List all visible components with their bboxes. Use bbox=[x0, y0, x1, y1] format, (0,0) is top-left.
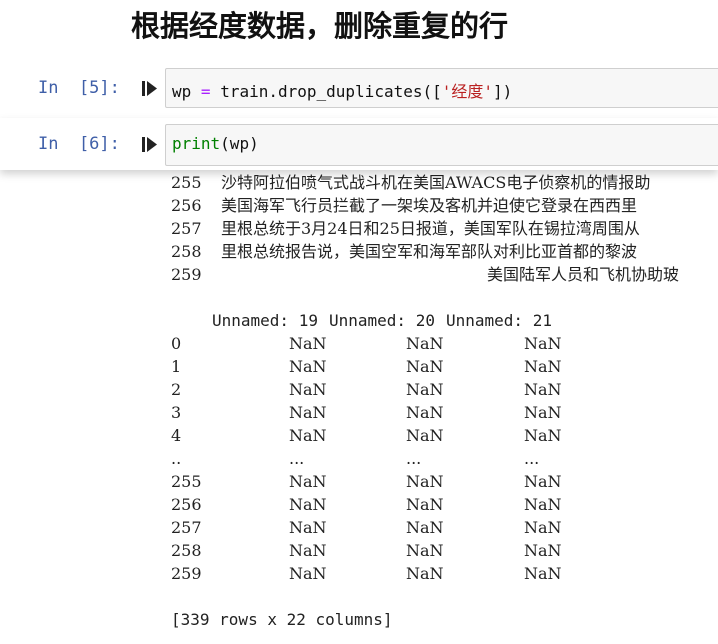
cell-value: NaN bbox=[406, 357, 444, 376]
table-row: 4 NaN NaN NaN bbox=[171, 424, 562, 447]
table-row: 256 NaN NaN NaN bbox=[171, 493, 562, 516]
table-row: 259 NaN NaN NaN bbox=[171, 562, 562, 585]
output-row: 255 沙特阿拉伯喷气式战斗机在美国AWACS电子侦察机的情报助 bbox=[171, 171, 650, 194]
row-index: 3 bbox=[171, 403, 182, 422]
run-cell-icon[interactable] bbox=[141, 136, 158, 153]
cell-value: NaN bbox=[406, 518, 444, 537]
cell-value: NaN bbox=[524, 518, 562, 537]
column-header: Unnamed: 20 bbox=[329, 311, 435, 330]
cell-value: NaN bbox=[289, 472, 327, 491]
column-header: Unnamed: 19 bbox=[212, 311, 318, 330]
cell-value: NaN bbox=[289, 426, 327, 445]
table-row: 257 NaN NaN NaN bbox=[171, 516, 562, 539]
code-line: print(wp) bbox=[172, 134, 259, 153]
markdown-heading: 根据经度数据，删除重复的行 bbox=[131, 9, 509, 43]
row-text: 里根总统报告说，美国空军和海军部队对利比亚首都的黎波 bbox=[221, 242, 638, 261]
cell-value: NaN bbox=[289, 334, 327, 353]
cell-value: NaN bbox=[289, 380, 327, 399]
cell-value: NaN bbox=[406, 426, 444, 445]
output-summary: [339 rows x 22 columns] bbox=[171, 610, 393, 629]
cell-value: NaN bbox=[406, 334, 444, 353]
row-index: 255 bbox=[171, 173, 202, 192]
row-index: 0 bbox=[171, 334, 182, 353]
row-index: 256 bbox=[171, 196, 202, 215]
code-cell-5[interactable]: In [5]: wp = train.drop_duplicates(['经度'… bbox=[0, 68, 718, 110]
table-row: 3 NaN NaN NaN bbox=[171, 401, 562, 424]
cell-value: NaN bbox=[524, 334, 562, 353]
row-index: 1 bbox=[171, 357, 182, 376]
cell-value: NaN bbox=[524, 541, 562, 560]
cell-prompt: In [5]: bbox=[38, 78, 120, 98]
code-token: train.drop_duplicates([ bbox=[220, 82, 442, 101]
output-row: 258 里根总统报告说，美国空军和海军部队对利比亚首都的黎波 bbox=[171, 240, 637, 263]
row-text: 沙特阿拉伯喷气式战斗机在美国AWACS电子侦察机的情报助 bbox=[221, 173, 651, 192]
cell-value: NaN bbox=[406, 472, 444, 491]
code-line: wp = train.drop_duplicates(['经度']) bbox=[172, 78, 512, 102]
cell-value: NaN bbox=[289, 357, 327, 376]
cell-value: NaN bbox=[524, 472, 562, 491]
row-index: 4 bbox=[171, 426, 182, 445]
cell-value: NaN bbox=[289, 403, 327, 422]
table-row: 1 NaN NaN NaN bbox=[171, 355, 562, 378]
row-index: 257 bbox=[171, 518, 202, 537]
row-index: 259 bbox=[171, 564, 202, 583]
cell-value: ... bbox=[524, 449, 540, 468]
cell-value: NaN bbox=[406, 564, 444, 583]
output-row: 256 美国海军飞行员拦截了一架埃及客机并迫使它登录在西西里 bbox=[171, 194, 637, 217]
output-row: 259 美国陆军人员和飞机协助玻 bbox=[171, 263, 679, 286]
cell-value: NaN bbox=[289, 518, 327, 537]
cell-value: NaN bbox=[524, 380, 562, 399]
row-index: 255 bbox=[171, 472, 202, 491]
cell-value: NaN bbox=[406, 541, 444, 560]
table-row: 0 NaN NaN NaN bbox=[171, 332, 562, 355]
cell-value: NaN bbox=[524, 426, 562, 445]
row-text: 里根总统于3月24日和25日报道，美国军队在锡拉湾周围从 bbox=[221, 219, 640, 238]
row-index: 258 bbox=[171, 541, 202, 560]
cell-value: NaN bbox=[524, 357, 562, 376]
row-index: 259 bbox=[171, 265, 202, 284]
table-row: 2 NaN NaN NaN bbox=[171, 378, 562, 401]
row-index: 258 bbox=[171, 242, 202, 261]
code-token: ]) bbox=[493, 82, 513, 101]
cell-value: NaN bbox=[289, 541, 327, 560]
table-header: Unnamed: 19 Unnamed: 20 Unnamed: 21 bbox=[171, 309, 552, 332]
code-token: (wp) bbox=[220, 134, 259, 153]
cell-value: ... bbox=[406, 449, 422, 468]
cell-value: NaN bbox=[406, 380, 444, 399]
cell-value: NaN bbox=[524, 564, 562, 583]
code-editor[interactable]: print(wp) bbox=[165, 124, 718, 166]
cell-value: NaN bbox=[289, 564, 327, 583]
cell-value: NaN bbox=[406, 495, 444, 514]
table-row: 255 NaN NaN NaN bbox=[171, 470, 562, 493]
notebook-page: 根据经度数据，删除重复的行 In [5]: wp = train.drop_du… bbox=[0, 0, 718, 644]
code-builtin: print bbox=[172, 134, 221, 153]
column-header: Unnamed: 21 bbox=[446, 311, 552, 330]
code-string: '经度' bbox=[441, 82, 494, 101]
output-row: 257 里根总统于3月24日和25日报道，美国军队在锡拉湾周围从 bbox=[171, 217, 640, 240]
cell-value: ... bbox=[289, 449, 305, 468]
table-row: .. ... ... ... bbox=[171, 447, 539, 470]
row-index: 2 bbox=[171, 380, 182, 399]
cell-value: NaN bbox=[289, 495, 327, 514]
run-cell-icon[interactable] bbox=[141, 80, 158, 97]
code-editor[interactable]: wp = train.drop_duplicates(['经度']) bbox=[165, 68, 718, 108]
cell-value: NaN bbox=[406, 403, 444, 422]
code-token: = bbox=[200, 82, 211, 101]
cell-output: 255 沙特阿拉伯喷气式战斗机在美国AWACS电子侦察机的情报助 256 美国海… bbox=[171, 171, 718, 644]
row-text: 美国陆军人员和飞机协助玻 bbox=[487, 265, 680, 284]
row-index: 257 bbox=[171, 219, 202, 238]
row-index: 256 bbox=[171, 495, 202, 514]
code-token: wp bbox=[172, 82, 192, 101]
code-cell-6[interactable]: In [6]: print(wp) bbox=[0, 118, 718, 170]
cell-prompt: In [6]: bbox=[38, 134, 120, 154]
row-index: .. bbox=[171, 449, 182, 468]
cell-value: NaN bbox=[524, 403, 562, 422]
row-text: 美国海军飞行员拦截了一架埃及客机并迫使它登录在西西里 bbox=[221, 196, 638, 215]
table-row: 258 NaN NaN NaN bbox=[171, 539, 562, 562]
cell-value: NaN bbox=[524, 495, 562, 514]
